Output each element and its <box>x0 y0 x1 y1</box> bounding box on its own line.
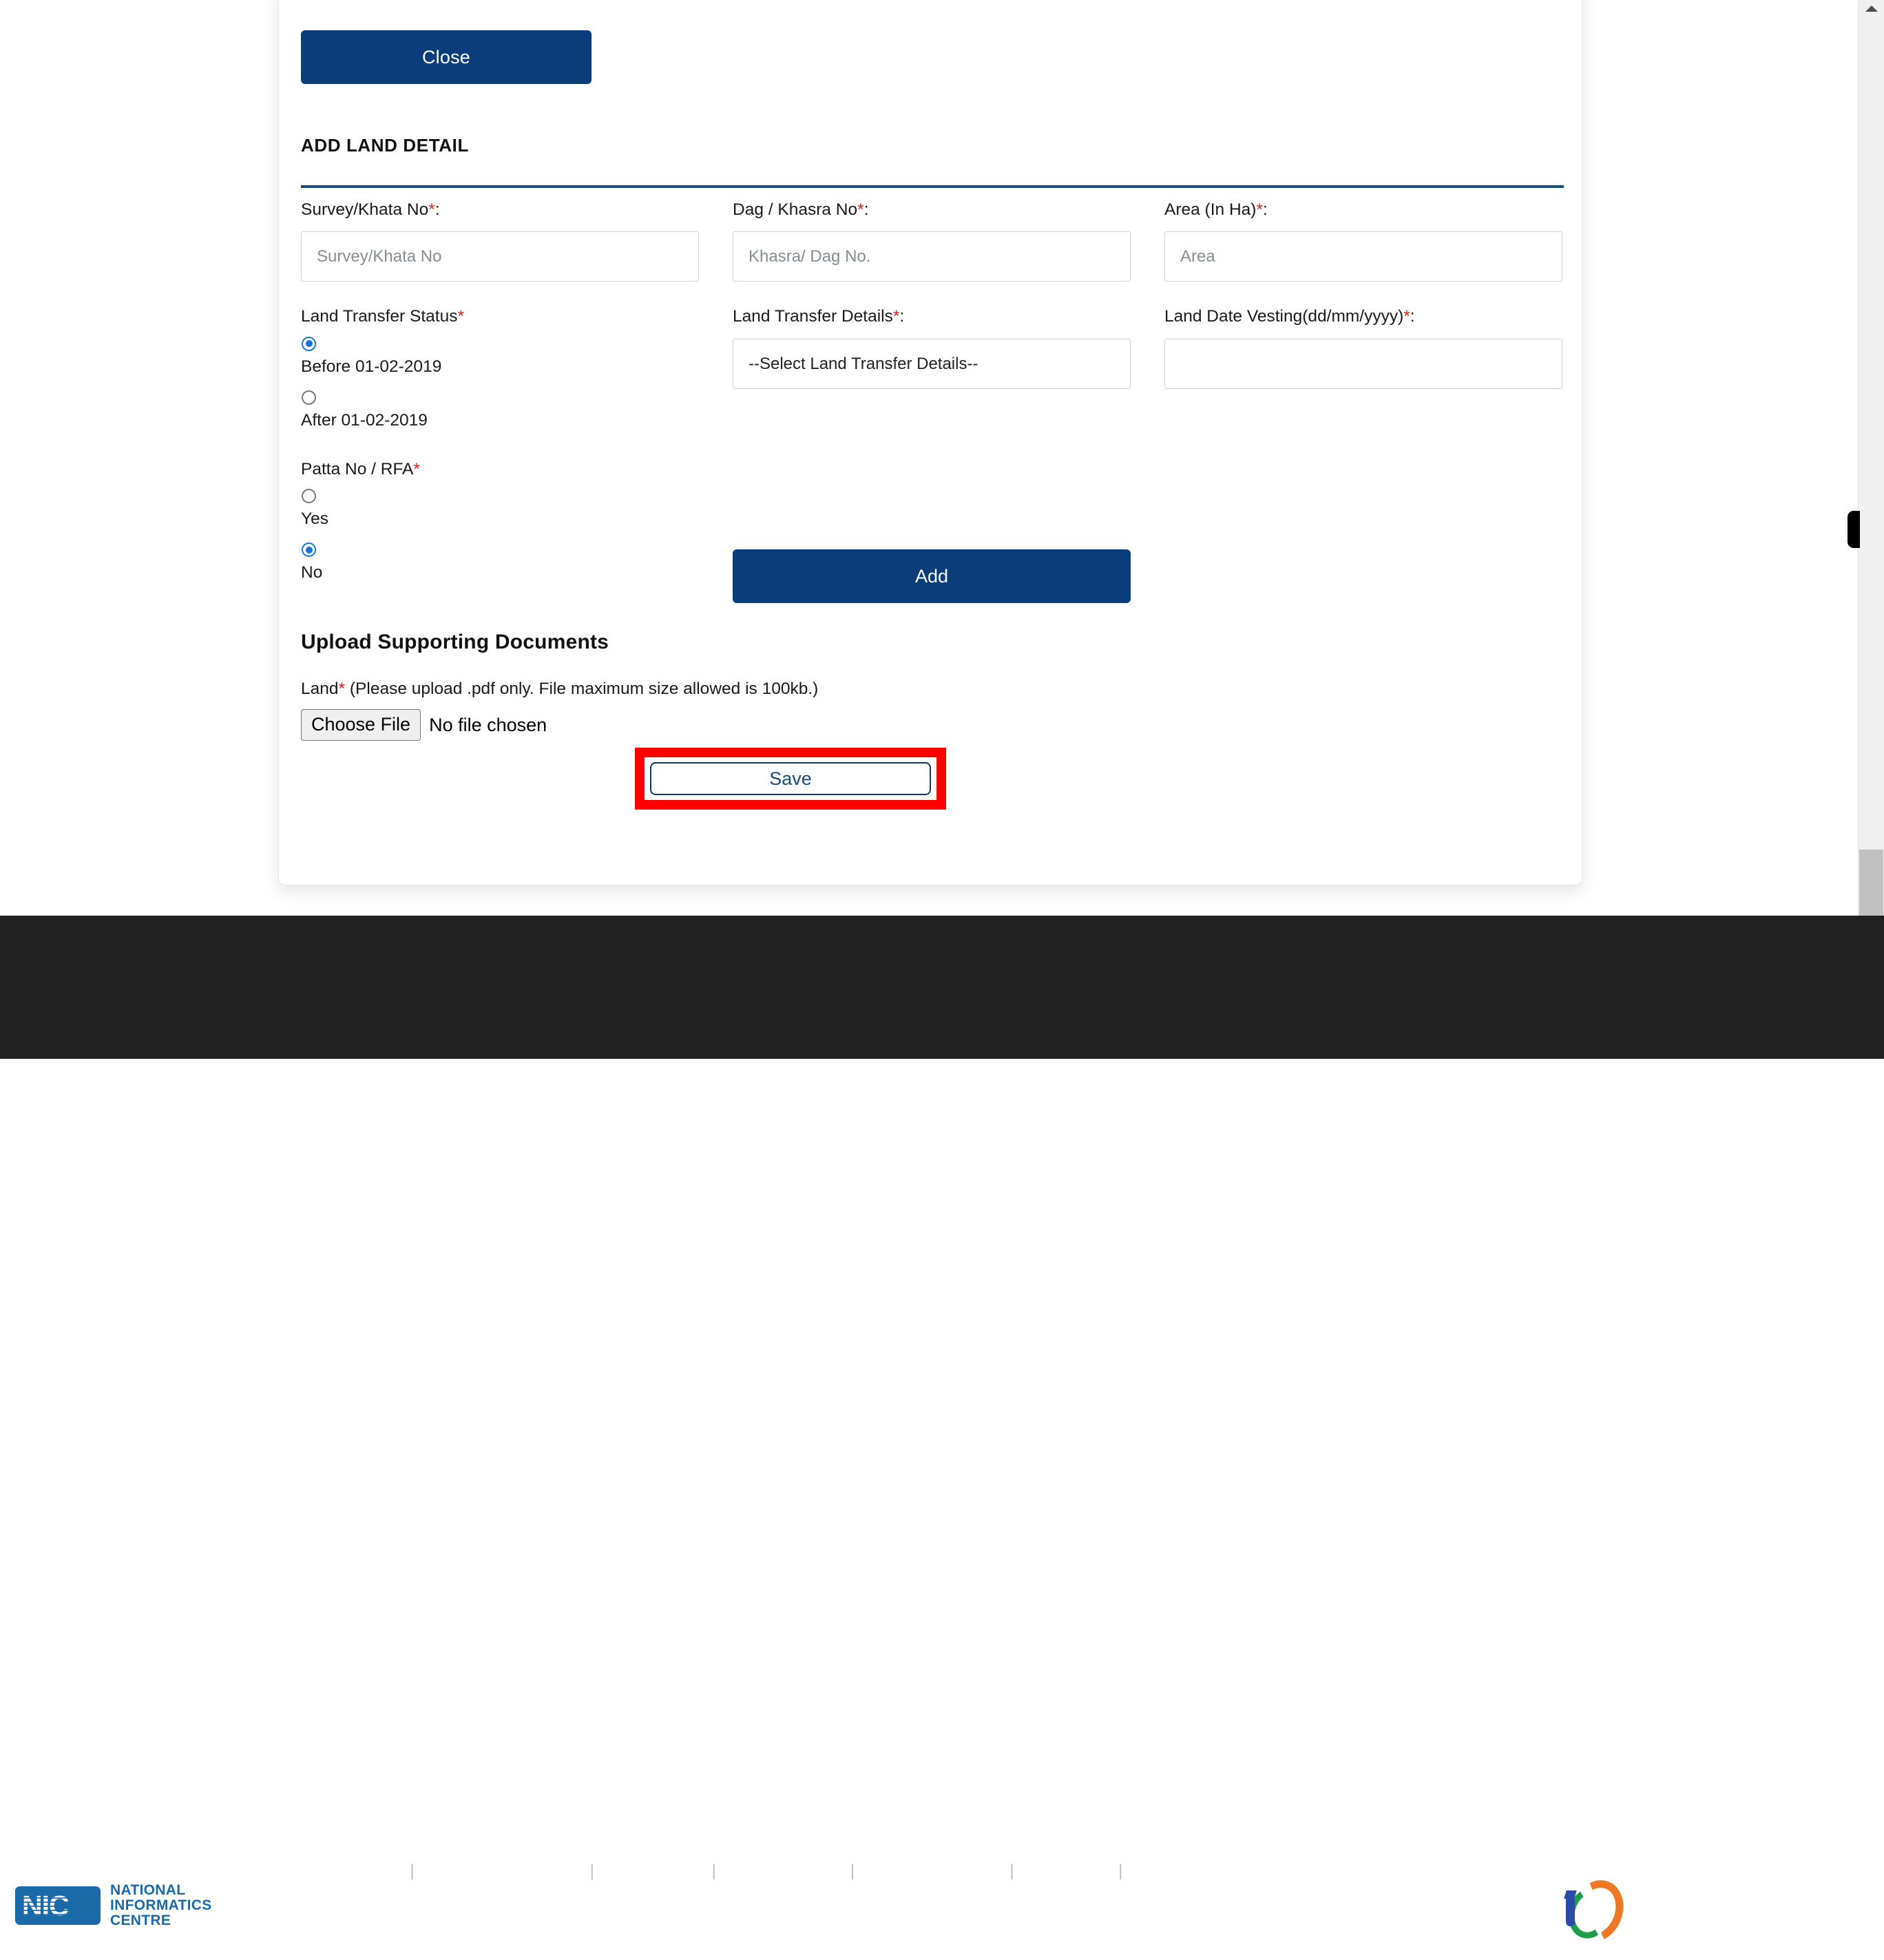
land-transfer-details-label-text: Land Transfer Details <box>733 307 893 326</box>
footer-separator: | <box>1009 1862 1014 1880</box>
scrollbar-thumb[interactable] <box>1859 850 1883 916</box>
card-content: Close ADD LAND DETAIL Survey/Khata No*: … <box>300 0 1564 885</box>
digital-india-wordmark: Digital India Power To Empower <box>1621 1879 1760 1931</box>
footer-link-disclaimer[interactable]: Disclaimer <box>325 1862 404 1880</box>
footer-link-privacy-policy[interactable]: Privacy Policy <box>600 1862 705 1880</box>
footer-separator: | <box>711 1862 716 1880</box>
footer-link-copyright-policy[interactable]: Copyright Policy <box>722 1862 844 1880</box>
survey-khata-no-label-text: Survey/Khata No <box>301 200 429 219</box>
save-button-highlight-annotation: Save <box>635 748 946 810</box>
choose-file-button[interactable]: Choose File <box>301 709 421 741</box>
land-transfer-status-label-text: Land Transfer Status <box>301 307 458 326</box>
patta-no-rfa-label-text: Patta No / RFA <box>301 459 414 478</box>
file-upload-row: Choose File No file chosen <box>301 709 547 741</box>
land-transfer-details-select[interactable]: --Select Land Transfer Details-- <box>733 338 1131 389</box>
digital-india-subtitle: Power To Empower <box>1621 1912 1761 1930</box>
radio-option-before[interactable]: Before 01-02-2019 <box>301 336 699 377</box>
required-asterisk: * <box>1256 200 1263 219</box>
upload-note-suffix: (Please upload .pdf only. File maximum s… <box>345 679 819 698</box>
radio-no-label: No <box>301 563 323 582</box>
edge-drag-handle[interactable] <box>1848 511 1860 548</box>
land-date-vesting-input[interactable] <box>1164 338 1562 389</box>
page-root: Close ADD LAND DETAIL Survey/Khata No*: … <box>0 0 1884 1959</box>
footer-link-privacy-policy-for-mobile-app[interactable]: Privacy Policy For Mobile App <box>1129 1862 1352 1880</box>
footer-link-accessibility[interactable]: Accessibility <box>1020 1862 1112 1880</box>
footer-separator: | <box>850 1862 855 1880</box>
required-asterisk: * <box>457 307 464 326</box>
radio-yes-label: Yes <box>301 509 328 529</box>
nic-wordmark-line1: NATIONAL <box>110 1882 186 1898</box>
required-asterisk: * <box>892 307 900 326</box>
radio-yes-icon[interactable] <box>302 489 316 504</box>
nic-mark-icon: NIC <box>15 1886 101 1925</box>
page-footer: Disclaimer | Terms and Conditions | Privacy … <box>0 916 1884 1959</box>
scroll-up-arrow-icon[interactable] <box>1865 6 1878 12</box>
required-asterisk: * <box>857 200 864 219</box>
land-transfer-status-label: Land Transfer Status* <box>301 306 699 326</box>
land-date-vesting-label-text: Land Date Vesting(dd/mm/yyyy) <box>1164 307 1404 326</box>
nic-wordmark-line3: CENTRE <box>110 1912 171 1928</box>
label-colon: : <box>1262 200 1268 219</box>
nic-logo: NIC NATIONAL INFORMATICS CENTRE <box>15 1883 212 1928</box>
land-transfer-status-radio-group: Before 01-02-2019 After 01-02-2019 <box>301 336 699 430</box>
nic-mark-text: NIC <box>22 1890 70 1921</box>
footer-link-terms-and-conditions[interactable]: Terms and Conditions <box>421 1862 584 1880</box>
area-in-ha-label: Area (In Ha)*: <box>1164 200 1562 220</box>
survey-khata-no-input[interactable] <box>301 231 699 282</box>
radio-after-01-02-2019-label: After 01-02-2019 <box>301 410 428 430</box>
radio-after-01-02-2019-icon[interactable] <box>302 390 316 405</box>
footer-links: Disclaimer | Terms and Conditions | Privacy … <box>325 1862 1352 1881</box>
footer-last-updated: Page Last Updated on : 18/01/2023 <box>325 1941 592 1959</box>
upload-note-prefix: Land <box>301 679 339 698</box>
save-button[interactable]: Save <box>650 762 931 795</box>
dag-khasra-no-label-text: Dag / Khasra No <box>733 200 858 219</box>
label-colon: : <box>1410 307 1415 326</box>
digital-india-i-stem <box>1566 1899 1575 1926</box>
radio-before-01-02-2019-icon[interactable] <box>302 336 316 351</box>
required-asterisk: * <box>428 200 435 219</box>
required-asterisk: * <box>413 459 420 478</box>
footer-separator: | <box>410 1862 415 1880</box>
form-column-2: Dag / Khasra No*: Land Transfer Details*… <box>733 200 1131 389</box>
radio-option-yes[interactable]: Yes <box>301 489 699 529</box>
radio-option-after[interactable]: After 01-02-2019 <box>301 390 699 430</box>
area-in-ha-label-text: Area (In Ha) <box>1164 200 1257 219</box>
dag-khasra-no-label: Dag / Khasra No*: <box>733 200 1131 220</box>
required-asterisk: * <box>338 679 346 698</box>
nic-wordmark: NATIONAL INFORMATICS CENTRE <box>110 1883 212 1928</box>
footer-separator: | <box>1118 1862 1123 1880</box>
patta-no-rfa-radio-group: Yes No <box>301 489 699 582</box>
patta-no-rfa-label: Patta No / RFA* <box>301 459 699 479</box>
section-title-add-land-detail: ADD LAND DETAIL <box>301 135 469 156</box>
radio-no-icon[interactable] <box>302 542 316 558</box>
digital-india-mark-icon <box>1561 1872 1633 1950</box>
footer-link-hyperlinking-policy[interactable]: Hyperlinking Policy <box>861 1862 1003 1880</box>
upload-supporting-documents-heading: Upload Supporting Documents <box>301 631 609 653</box>
digital-india-title: Digital India <box>1621 1879 1749 1908</box>
upload-note: Land* (Please upload .pdf only. File max… <box>301 679 818 699</box>
form-column-1: Survey/Khata No*: Land Transfer Status* … <box>301 200 699 596</box>
label-colon: : <box>864 200 869 219</box>
footer-credit-text: Site is designed and hosted by National … <box>325 1895 1496 1938</box>
file-chosen-status: No file chosen <box>429 714 547 735</box>
add-land-detail-card: Close ADD LAND DETAIL Survey/Khata No*: … <box>278 0 1582 885</box>
dag-khasra-no-input[interactable] <box>733 231 1131 282</box>
nic-wordmark-line2: INFORMATICS <box>110 1897 212 1913</box>
label-colon: : <box>899 307 905 326</box>
add-button[interactable]: Add <box>733 549 1131 603</box>
area-in-ha-input[interactable] <box>1164 231 1562 282</box>
radio-before-01-02-2019-label: Before 01-02-2019 <box>301 357 442 376</box>
radio-option-no[interactable]: No <box>301 542 699 582</box>
section-divider <box>301 185 1564 188</box>
survey-khata-no-label: Survey/Khata No*: <box>301 200 699 220</box>
land-date-vesting-label: Land Date Vesting(dd/mm/yyyy)*: <box>1164 306 1562 326</box>
land-transfer-details-label: Land Transfer Details*: <box>733 306 1131 326</box>
digital-india-logo: Digital India Power To Empower <box>1561 1872 1760 1950</box>
footer-separator: | <box>589 1862 595 1880</box>
required-asterisk: * <box>1403 307 1410 326</box>
form-column-3: Area (In Ha)*: Land Date Vesting(dd/mm/y… <box>1164 200 1562 389</box>
vertical-scrollbar[interactable] <box>1858 0 1884 916</box>
close-button[interactable]: Close <box>301 30 592 84</box>
label-colon: : <box>435 200 440 219</box>
